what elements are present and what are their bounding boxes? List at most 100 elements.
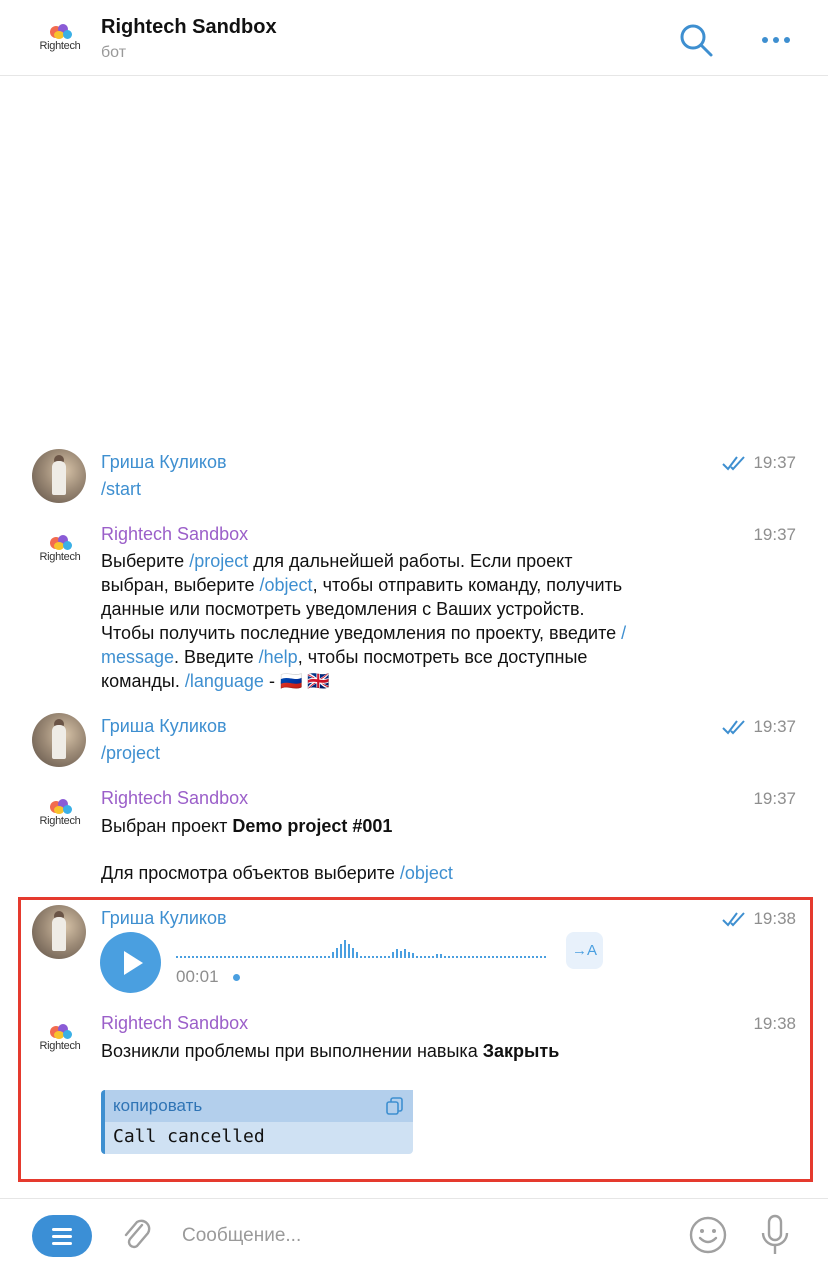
waveform-bar bbox=[376, 956, 378, 958]
waveform-bar bbox=[476, 956, 478, 958]
logo-text: Rightech bbox=[39, 40, 81, 52]
waveform-bar bbox=[348, 944, 350, 958]
waveform-bar bbox=[316, 956, 318, 958]
waveform-bar bbox=[524, 956, 526, 958]
waveform-bar bbox=[412, 953, 414, 958]
waveform-bar bbox=[504, 956, 506, 958]
waveform-bar bbox=[532, 956, 534, 958]
bot-avatar[interactable]: Rightech bbox=[36, 1020, 84, 1060]
user-avatar[interactable] bbox=[32, 713, 86, 767]
microphone-icon[interactable] bbox=[760, 1213, 790, 1257]
message-time: 19:37 bbox=[753, 525, 796, 544]
waveform-bar bbox=[408, 952, 410, 958]
transcribe-button[interactable]: →A bbox=[566, 932, 603, 969]
code-block[interactable]: копировать Call cancelled bbox=[101, 1090, 413, 1154]
more-options-icon[interactable] bbox=[756, 22, 796, 58]
message-user-start[interactable]: Гриша Куликов 19:37 /start bbox=[0, 449, 828, 509]
voice-waveform[interactable] bbox=[176, 936, 548, 960]
waveform-bar bbox=[464, 956, 466, 958]
waveform-bar bbox=[344, 940, 346, 958]
waveform-bar bbox=[456, 956, 458, 958]
message-time: 19:37 bbox=[753, 453, 796, 472]
waveform-bar bbox=[336, 948, 338, 958]
waveform-bar bbox=[340, 944, 342, 958]
read-checkmarks-icon bbox=[722, 720, 745, 735]
bot-avatar[interactable]: Rightech bbox=[36, 531, 84, 571]
message-text[interactable]: /project bbox=[101, 741, 721, 765]
unplayed-dot bbox=[233, 974, 240, 981]
bot-menu-button[interactable] bbox=[32, 1215, 92, 1257]
search-icon[interactable] bbox=[678, 22, 714, 58]
play-voice-button[interactable] bbox=[100, 932, 161, 993]
waveform-bar bbox=[540, 956, 542, 958]
message-text[interactable]: /start bbox=[101, 477, 721, 501]
waveform-bar bbox=[296, 956, 298, 958]
waveform-bar bbox=[252, 956, 254, 958]
project-name: Demo project #001 bbox=[232, 816, 393, 836]
chat-header: Rightech Rightech Sandbox бот bbox=[0, 0, 828, 76]
waveform-bar bbox=[460, 956, 462, 958]
waveform-bar bbox=[388, 956, 390, 958]
waveform-bar bbox=[492, 956, 494, 958]
waveform-bar bbox=[224, 956, 226, 958]
emoji-icon[interactable] bbox=[688, 1215, 728, 1255]
voice-duration: 00:01 bbox=[176, 967, 219, 986]
waveform-bar bbox=[228, 956, 230, 958]
waveform-bar bbox=[360, 956, 362, 958]
waveform-bar bbox=[236, 956, 238, 958]
waveform-bar bbox=[372, 956, 374, 958]
waveform-bar bbox=[428, 956, 430, 958]
copy-icon[interactable] bbox=[385, 1096, 405, 1116]
waveform-bar bbox=[400, 951, 402, 958]
waveform-bar bbox=[488, 956, 490, 958]
waveform-bar bbox=[188, 956, 190, 958]
composer-bar bbox=[0, 1198, 828, 1272]
command-link[interactable]: message bbox=[101, 647, 174, 667]
sender-name[interactable]: Гриша Куликов bbox=[101, 908, 227, 929]
command-link[interactable]: /language bbox=[185, 671, 264, 691]
waveform-bar bbox=[216, 956, 218, 958]
command-link[interactable]: /help bbox=[259, 647, 298, 667]
message-time: 19:37 bbox=[753, 717, 796, 736]
waveform-bar bbox=[480, 956, 482, 958]
waveform-bar bbox=[196, 956, 198, 958]
copy-label[interactable]: копировать bbox=[113, 1096, 202, 1116]
sender-name[interactable]: Rightech Sandbox bbox=[101, 788, 248, 809]
waveform-bar bbox=[324, 956, 326, 958]
command-link[interactable]: / bbox=[621, 623, 626, 643]
bot-logo[interactable]: Rightech bbox=[36, 20, 84, 60]
command-link[interactable]: /object bbox=[400, 863, 453, 883]
waveform-bar bbox=[276, 956, 278, 958]
waveform-bar bbox=[496, 956, 498, 958]
waveform-bar bbox=[204, 956, 206, 958]
command-link[interactable]: /project bbox=[189, 551, 248, 571]
sender-name[interactable]: Rightech Sandbox bbox=[101, 524, 248, 545]
user-avatar[interactable] bbox=[32, 905, 86, 959]
waveform-bar bbox=[500, 956, 502, 958]
play-icon bbox=[124, 951, 143, 975]
chat-subtitle: бот bbox=[101, 44, 127, 61]
waveform-bar bbox=[268, 956, 270, 958]
sender-name[interactable]: Rightech Sandbox bbox=[101, 1013, 248, 1034]
waveform-bar bbox=[308, 956, 310, 958]
message-user-project[interactable]: Гриша Куликов 19:37 /project bbox=[0, 713, 828, 773]
command-link[interactable]: /object bbox=[260, 575, 313, 595]
waveform-bar bbox=[288, 956, 290, 958]
waveform-bar bbox=[440, 954, 442, 958]
attach-icon[interactable] bbox=[120, 1217, 154, 1255]
waveform-bar bbox=[512, 956, 514, 958]
chat-title[interactable]: Rightech Sandbox bbox=[101, 16, 277, 39]
message-time: 19:38 bbox=[753, 1014, 796, 1033]
bot-avatar[interactable]: Rightech bbox=[36, 795, 84, 835]
waveform-bar bbox=[284, 956, 286, 958]
waveform-bar bbox=[364, 956, 366, 958]
sender-name[interactable]: Гриша Куликов bbox=[101, 716, 227, 737]
message-input[interactable] bbox=[182, 1221, 662, 1251]
waveform-bar bbox=[232, 956, 234, 958]
waveform-bar bbox=[484, 956, 486, 958]
message-bot-project-selected: Rightech Rightech Sandbox 19:37 Выбран п… bbox=[0, 785, 828, 885]
user-avatar[interactable] bbox=[32, 449, 86, 503]
message-text: Возникли проблемы при выполнении навыка … bbox=[101, 1041, 560, 1061]
waveform-bar bbox=[544, 956, 546, 958]
sender-name[interactable]: Гриша Куликов bbox=[101, 452, 227, 473]
